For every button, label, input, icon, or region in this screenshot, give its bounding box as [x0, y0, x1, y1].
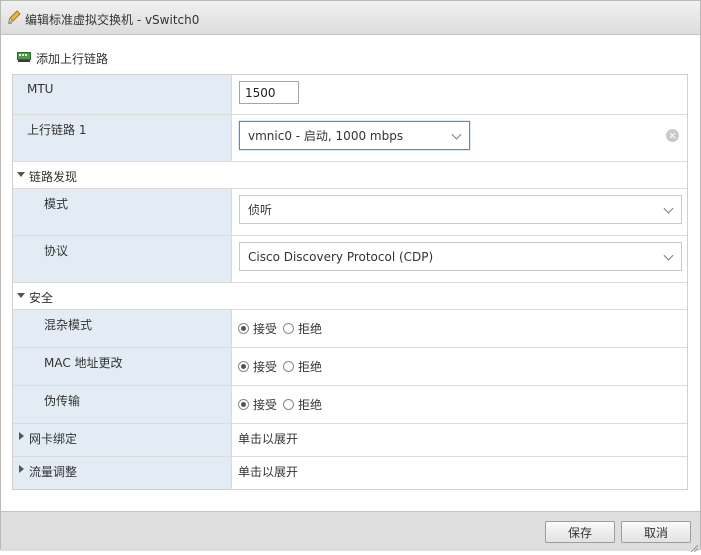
security-section[interactable]: 安全 — [13, 283, 687, 310]
traffic-shaping-label: 流量调整 — [29, 465, 78, 479]
discovery-mode-label: 模式 — [44, 197, 69, 211]
uplink1-label: 上行链路 1 — [27, 123, 87, 137]
link-discovery-section[interactable]: 链路发现 — [13, 162, 687, 189]
uplink1-select[interactable]: vmnic0 - 启动, 1000 mbps — [239, 121, 470, 150]
forged-transmits-row: 伪传输 接受 拒绝 — [13, 386, 687, 424]
dialog-title-bar[interactable]: 编辑标准虚拟交换机 - vSwitch0 — [1, 1, 700, 35]
discovery-mode-row: 模式 侦听 — [13, 189, 687, 236]
link-discovery-label: 链路发现 — [29, 170, 78, 184]
traffic-shaping-expand-hint[interactable]: 单击以展开 — [238, 463, 298, 480]
forged-transmits-label: 伪传输 — [44, 394, 81, 408]
nic-teaming-label: 网卡绑定 — [29, 432, 78, 446]
dialog-title: 编辑标准虚拟交换机 - vSwitch0 — [25, 13, 200, 27]
nic-teaming-expand-hint[interactable]: 单击以展开 — [238, 430, 298, 447]
security-label: 安全 — [29, 291, 54, 305]
discovery-mode-select[interactable]: 侦听 — [239, 195, 682, 224]
mac-changes-accept-radio[interactable] — [238, 361, 249, 372]
forged-transmits-radio-group: 接受 拒绝 — [238, 396, 328, 413]
dialog-footer: 保存 取消 — [1, 511, 700, 553]
caret-down-icon — [17, 172, 25, 177]
promiscuous-mode-row: 混杂模式 接受 拒绝 — [13, 310, 687, 348]
promiscuous-mode-radio-group: 接受 拒绝 — [238, 320, 328, 337]
caret-right-icon — [19, 465, 24, 473]
cancel-button[interactable]: 取消 — [621, 521, 691, 543]
pencil-icon — [7, 10, 21, 24]
mac-changes-reject-radio[interactable] — [283, 361, 295, 372]
mtu-input[interactable]: 1500 — [239, 81, 299, 104]
save-button[interactable]: 保存 — [545, 521, 615, 543]
add-uplink-button[interactable]: 添加上行链路 — [17, 49, 108, 67]
resize-grip-icon[interactable] — [690, 541, 699, 553]
nic-teaming-section[interactable]: 网卡绑定 单击以展开 — [13, 424, 687, 457]
forged-transmits-reject-radio[interactable] — [283, 399, 295, 410]
traffic-shaping-section[interactable]: 流量调整 单击以展开 — [13, 457, 687, 489]
caret-down-icon — [17, 293, 25, 298]
promiscuous-accept-radio[interactable] — [238, 323, 249, 334]
add-uplink-label: 添加上行链路 — [36, 51, 109, 66]
discovery-protocol-row: 协议 Cisco Discovery Protocol (CDP) — [13, 236, 687, 283]
discovery-protocol-select[interactable]: Cisco Discovery Protocol (CDP) — [239, 242, 682, 271]
promiscuous-reject-radio[interactable] — [283, 323, 295, 334]
mtu-row: MTU 1500 — [13, 75, 687, 115]
chevron-down-icon — [663, 203, 674, 214]
chevron-down-icon — [663, 250, 674, 261]
promiscuous-mode-label: 混杂模式 — [44, 318, 93, 332]
forged-transmits-accept-radio[interactable] — [238, 399, 249, 410]
caret-right-icon — [19, 432, 24, 440]
remove-uplink-icon[interactable] — [666, 129, 679, 142]
edit-vswitch-dialog: 编辑标准虚拟交换机 - vSwitch0 添加上行链路 MTU 1500 上行链… — [0, 0, 701, 553]
mac-changes-row: MAC 地址更改 接受 拒绝 — [13, 348, 687, 386]
chevron-down-icon — [451, 129, 462, 140]
mac-changes-radio-group: 接受 拒绝 — [238, 358, 328, 375]
mtu-label: MTU — [27, 82, 54, 96]
network-adapter-add-icon — [17, 51, 31, 66]
mac-changes-label: MAC 地址更改 — [44, 356, 123, 370]
discovery-protocol-label: 协议 — [44, 244, 69, 258]
settings-table: MTU 1500 上行链路 1 vmnic0 - 启动, 1000 mbps 链… — [12, 74, 688, 490]
uplink1-row: 上行链路 1 vmnic0 - 启动, 1000 mbps — [13, 115, 687, 162]
